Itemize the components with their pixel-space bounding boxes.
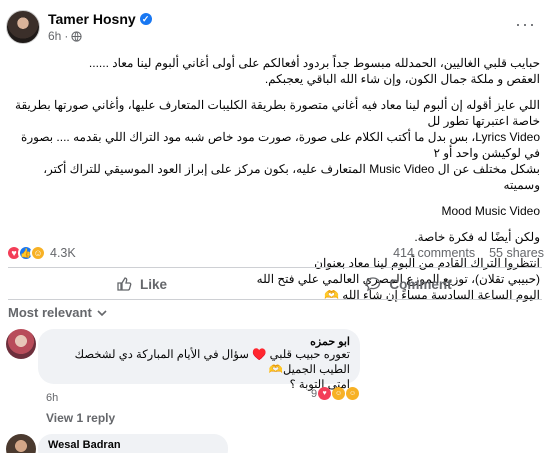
comment-filter-label: Most relevant [8, 305, 92, 320]
post-header: Tamer Hosny ✓ 6h · [6, 4, 152, 50]
like-label: Like [139, 276, 167, 292]
post-body: حبايب قلبي الغاليين، الحمدلله مبسوط جداً… [8, 55, 540, 303]
post-line: العقص و ملكة جمال الكون، وإن شاء الله ال… [264, 72, 540, 86]
divider [8, 299, 542, 300]
stats-row: ♥ 👍 ☺ 4.3K 414 comments 55 shares [6, 242, 544, 264]
post-time[interactable]: 6h [48, 29, 61, 43]
like-button[interactable]: Like [8, 271, 275, 297]
globe-icon [71, 30, 82, 42]
post-line: Mood Music Video [441, 204, 541, 218]
comment-reactions[interactable]: 9 ♥ ☺ ☺ [311, 387, 360, 400]
post-line: اللي عايز أقوله إن ألبوم لينا معاد فيه أ… [15, 98, 540, 128]
comment-bubble: Wesal Badran [38, 434, 228, 453]
comment-filter-dropdown[interactable]: Most relevant [8, 305, 107, 320]
commenter-avatar[interactable] [6, 434, 36, 453]
comment-time[interactable]: 6h [46, 392, 58, 404]
thumbs-up-icon [117, 277, 132, 291]
comments-count[interactable]: 414 comments [393, 246, 475, 260]
love-reaction-icon: ♥ [318, 387, 332, 400]
care-reaction-icon: ☺ [346, 387, 360, 400]
chevron-down-icon [97, 309, 107, 316]
more-options-icon[interactable]: ··· [515, 14, 536, 35]
comment-bubble: ابو حمزه تعوره حبيب قلبي ♥️ سؤال في الأي… [38, 329, 360, 391]
verified-badge-icon: ✓ [139, 13, 152, 25]
meta-separator: · [64, 29, 69, 43]
reaction-count: 4.3K [50, 246, 76, 260]
haha-reaction-icon: ☺ [332, 387, 346, 400]
reactions-summary[interactable]: ♥ 👍 ☺ 4.3K [6, 245, 76, 261]
comment-button[interactable]: Comment [275, 271, 542, 297]
commenter-name[interactable]: ابو حمزه [48, 335, 350, 348]
author-name[interactable]: Tamer Hosny [48, 11, 136, 27]
post-actions: Like Comment [8, 271, 542, 297]
commenter-avatar[interactable] [6, 329, 36, 359]
post-line: Lyrics Video، بس بدل ما أكتب الكلام على … [21, 130, 540, 160]
post-line: حبايب قلبي الغاليين، الحمدلله مبسوط جداً… [88, 56, 540, 70]
comment-bubble-icon [366, 277, 381, 292]
post-line: بشكل مختلف عن ال Music Video المتعارف عل… [43, 162, 540, 192]
care-reaction-icon: ☺ [30, 245, 46, 261]
comment-text: امتى التوبة ؟ [289, 379, 350, 391]
comment-reaction-count: 9 [311, 387, 318, 400]
view-replies-link[interactable]: View 1 reply [46, 411, 115, 425]
divider [8, 267, 542, 268]
engagement-counts: 414 comments 55 shares [393, 246, 544, 260]
comment-label: Comment [389, 276, 452, 292]
shares-count[interactable]: 55 shares [489, 246, 544, 260]
author-row: Tamer Hosny ✓ [48, 11, 152, 27]
comment-text: تعوره حبيب قلبي ♥️ سؤال في الأيام المبار… [74, 349, 350, 376]
header-text: Tamer Hosny ✓ 6h · [48, 11, 152, 43]
commenter-name[interactable]: Wesal Badran [48, 439, 218, 451]
author-avatar[interactable] [6, 10, 40, 44]
post-meta: 6h · [48, 29, 152, 43]
